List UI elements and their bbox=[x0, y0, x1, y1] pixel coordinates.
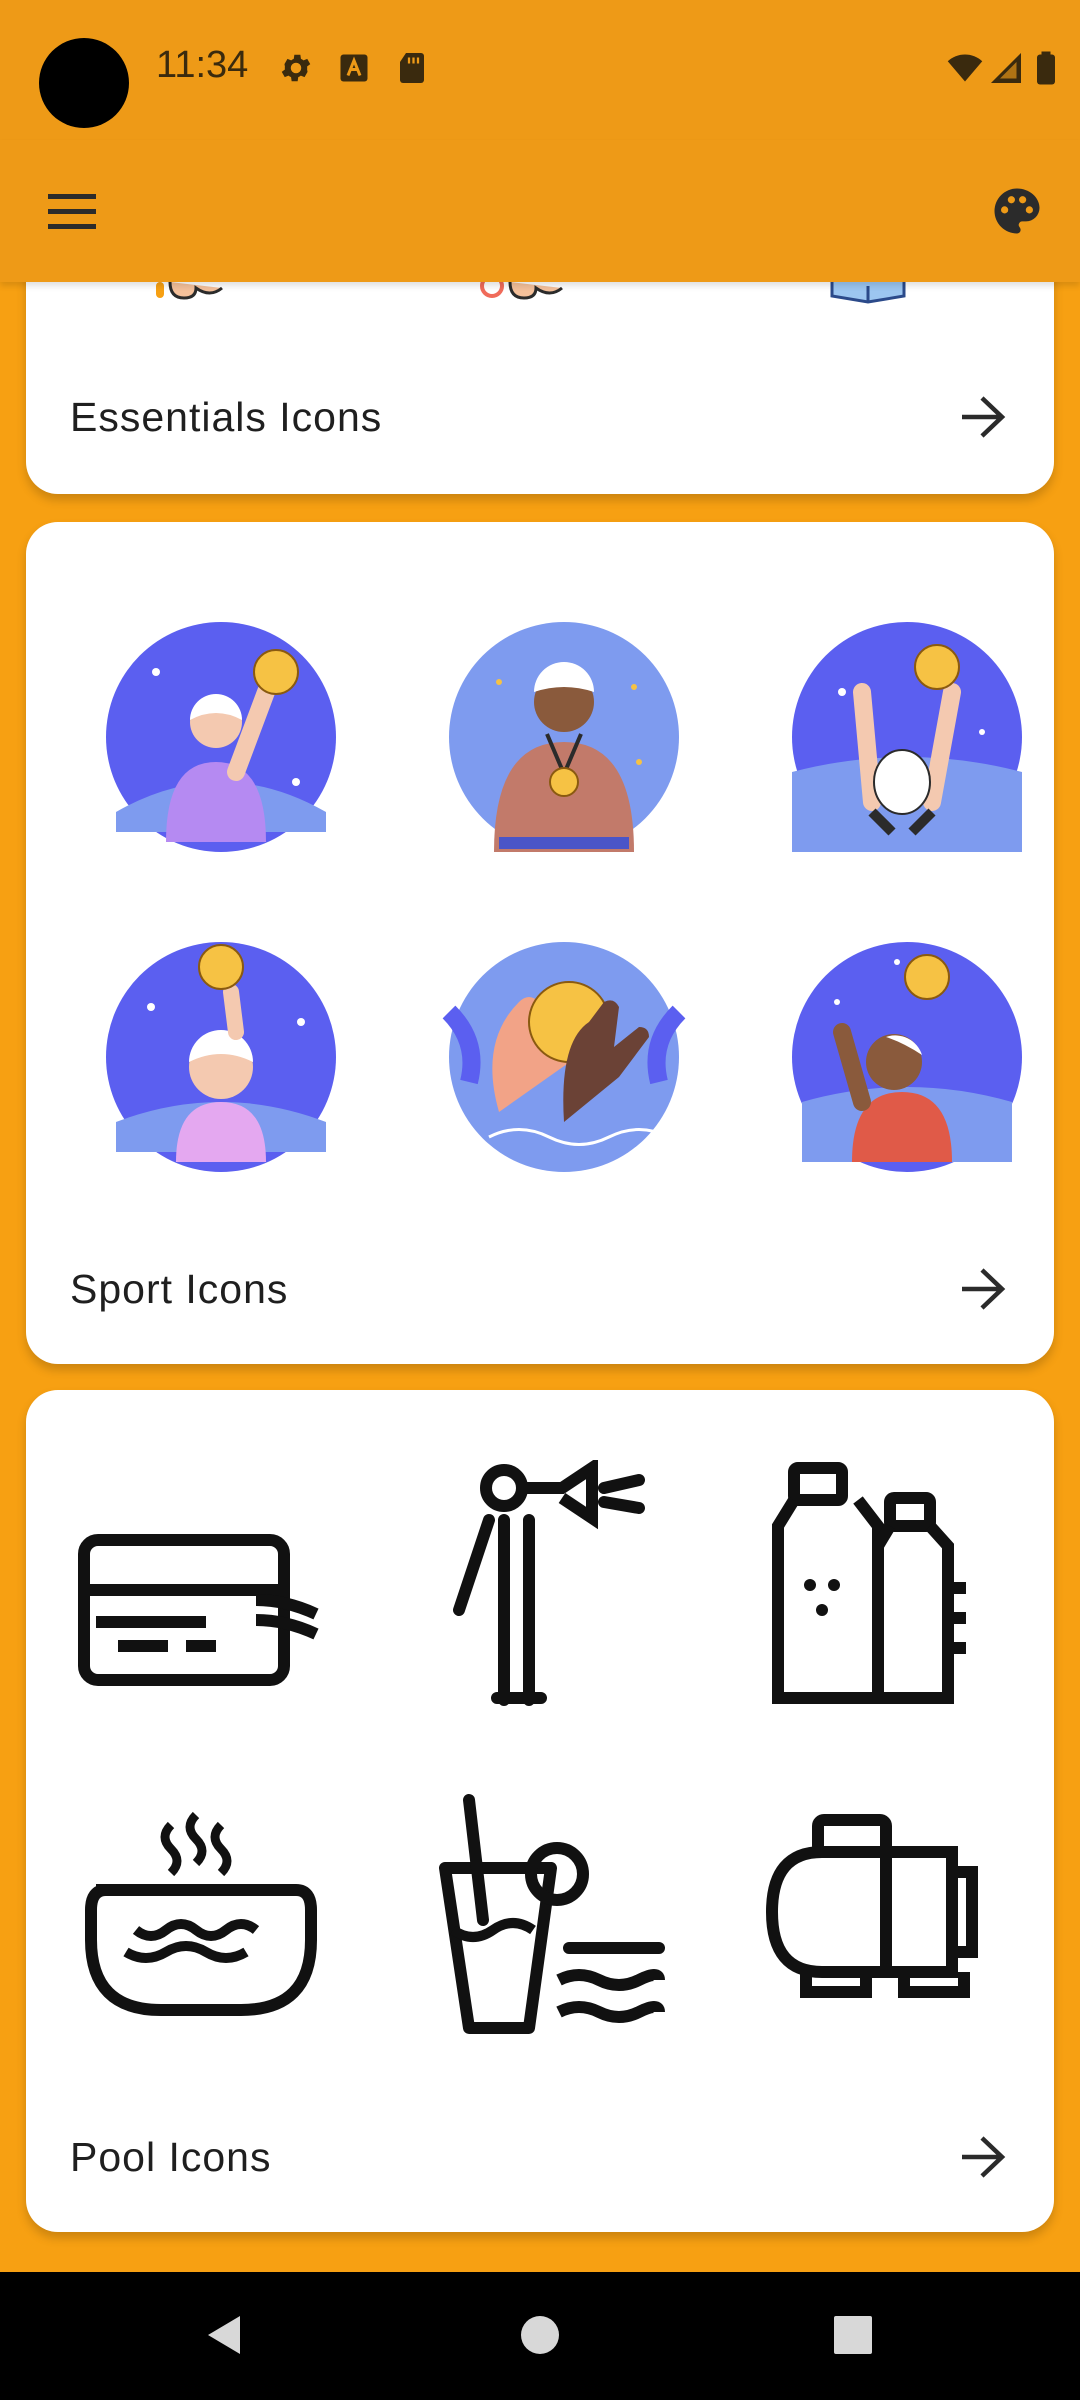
medal-winner-icon bbox=[449, 622, 679, 852]
category-title: Sport Icons bbox=[70, 1266, 289, 1312]
player-holding-ball-icon bbox=[106, 942, 336, 1172]
arrow-right-icon[interactable] bbox=[958, 394, 1008, 440]
sd-card-icon bbox=[400, 53, 424, 83]
palette-icon[interactable] bbox=[990, 184, 1044, 238]
recents-square-icon[interactable] bbox=[828, 2310, 878, 2360]
font-a-icon bbox=[340, 54, 368, 82]
category-title: Pool Icons bbox=[70, 2134, 272, 2180]
category-card-essentials[interactable]: Essentials Icons bbox=[26, 282, 1054, 494]
signal-icon bbox=[991, 53, 1021, 83]
category-list[interactable]: Essentials Icons Sport Icons Pool Icons bbox=[0, 282, 1080, 2272]
category-title: Essentials Icons bbox=[70, 394, 383, 440]
category-card-pool[interactable]: Pool Icons bbox=[26, 1390, 1054, 2232]
essentials-icon-3 bbox=[830, 282, 906, 304]
drink-glass-icon bbox=[439, 1794, 665, 2034]
arrow-right-icon[interactable] bbox=[958, 1266, 1008, 1312]
back-triangle-icon[interactable] bbox=[200, 2310, 250, 2360]
camera-cutout bbox=[39, 38, 129, 128]
pool-pump-icon bbox=[765, 1814, 978, 1998]
status-bar: 11:34 bbox=[0, 0, 1080, 140]
water-polo-player-throwing-icon bbox=[106, 622, 336, 852]
pool-card-icon bbox=[78, 1534, 319, 1686]
home-circle-icon[interactable] bbox=[515, 2310, 565, 2360]
lifeguard-megaphone-icon bbox=[453, 1460, 645, 1706]
gear-icon bbox=[281, 54, 311, 82]
player-raising-ball-icon bbox=[792, 942, 1022, 1172]
arrow-right-icon[interactable] bbox=[958, 2134, 1008, 2180]
sunscreen-bottles-icon bbox=[772, 1462, 966, 1704]
category-card-sport[interactable]: Sport Icons bbox=[26, 522, 1054, 1364]
player-jumping-icon bbox=[792, 622, 1022, 852]
wifi-icon bbox=[947, 54, 983, 82]
status-time: 11:34 bbox=[156, 44, 249, 86]
hands-with-ball-icon bbox=[442, 942, 686, 1172]
hot-tub-icon bbox=[85, 1811, 317, 2016]
essentials-icon-2 bbox=[480, 282, 563, 300]
system-navigation-bar bbox=[0, 2272, 1080, 2400]
battery-icon bbox=[1037, 51, 1055, 85]
app-bar bbox=[0, 140, 1080, 282]
hamburger-menu-icon[interactable] bbox=[44, 190, 102, 234]
essentials-icon-1 bbox=[156, 282, 223, 300]
